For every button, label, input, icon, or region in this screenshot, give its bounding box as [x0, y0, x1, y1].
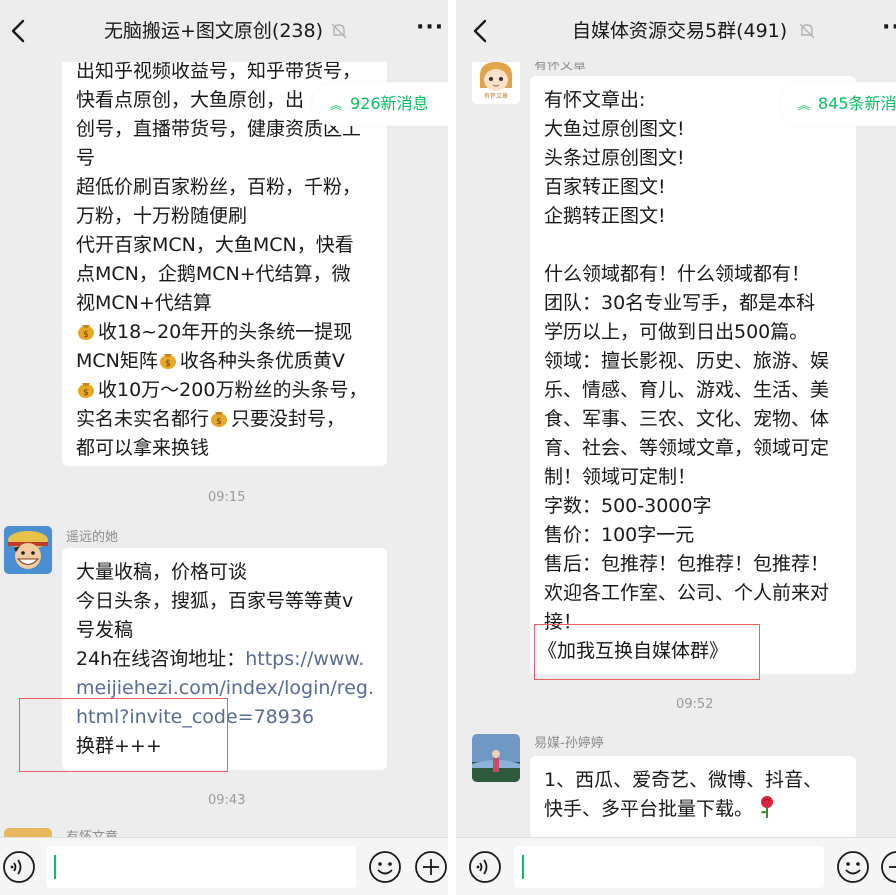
chat-pane-left: 无脑搬运+图文原创(238) ··· ︽ 926新消息 出知乎视频收益号，知乎带货… — [0, 0, 448, 895]
coin-bag-icon: $ — [211, 412, 228, 427]
message-text: 字数：500-3000字 — [544, 495, 712, 517]
avatar-caption: 有怀文章 — [484, 92, 508, 100]
message-link[interactable]: https://www. — [245, 648, 364, 670]
avatar[interactable] — [4, 526, 52, 574]
message-text: 头条过原创图文! — [544, 147, 685, 169]
message-text: 企鹅转正图文! — [544, 205, 666, 227]
message-text: 售后：包推荐！包推荐！包推荐！ — [544, 553, 830, 575]
message-text: 代开百家MCN，大鱼MCN，快看 — [76, 234, 354, 256]
message-bubble[interactable]: 1、西瓜、爱奇艺、微博、抖音、 快手、多平台批量下载。 — [530, 756, 856, 838]
plus-icon[interactable] — [880, 850, 896, 884]
plus-icon[interactable] — [414, 850, 448, 884]
message-text: 万粉，十万粉随便刷 — [76, 205, 248, 227]
double-up-icon: ︽ — [798, 98, 811, 112]
svg-text:$: $ — [165, 359, 171, 369]
message-text: 领域：擅长影视、历史、旅游、娱 — [544, 350, 830, 372]
message-line: $ 收10万～200万粉丝的头条号， — [76, 376, 373, 405]
timestamp: 09:52 — [676, 697, 714, 712]
message-text: 24h在线咨询地址： — [76, 648, 246, 670]
mute-icon — [331, 23, 347, 39]
message-input[interactable] — [514, 846, 824, 888]
highlight-box — [19, 698, 228, 772]
input-bar — [0, 837, 448, 895]
message-text: 学历以上，可做到日出500篇。 — [544, 321, 809, 343]
message-text: 收18~20年开的头条统一提现 — [98, 321, 353, 343]
message-text: 号 — [76, 147, 96, 169]
avatar[interactable]: 有怀文章 — [472, 56, 520, 104]
message-text: 实名未实名都行 — [76, 408, 210, 430]
message-text: 快手、多平台批量下载。 — [544, 798, 754, 820]
chat-pane-right: 自媒体资源交易5群(491) ·· ︽845条新消 有怀文章 有怀文章 有怀文章… — [456, 0, 896, 895]
chat-title: 无脑搬运+图文原创(238) — [104, 20, 324, 42]
message-text: 视MCN+代结算 — [76, 292, 212, 314]
chat-title: 自媒体资源交易5群(491) — [572, 20, 788, 42]
emoji-icon[interactable] — [368, 850, 402, 884]
message-text: 团队：30名专业写手，都是本科 — [544, 292, 816, 314]
highlight-box — [534, 624, 760, 680]
double-up-icon: ︽ — [330, 98, 343, 112]
message-text: 乐、情感、育儿、游戏、生活、美 — [544, 379, 830, 401]
message-line: MCN矩阵 $ 收各种头条优质黄V — [76, 347, 373, 376]
message-text: 售价：100字一元 — [544, 524, 695, 546]
more-icon[interactable]: ··· — [416, 17, 444, 44]
emoji-icon[interactable] — [836, 850, 870, 884]
message-text: 什么领域都有！什么领域都有！ — [544, 263, 811, 285]
back-icon[interactable] — [8, 18, 30, 44]
coin-bag-icon: $ — [78, 383, 94, 398]
more-icon[interactable]: ·· — [882, 17, 896, 44]
coin-bag-icon: $ — [78, 325, 94, 340]
sender-name: 易媒-孙婷婷 — [534, 736, 604, 751]
message-text: 超低价刷百家粉丝，百粉，千粉， — [76, 176, 362, 198]
timestamp: 09:43 — [208, 793, 246, 808]
message-text: 大量收稿，价格可谈 — [76, 561, 248, 583]
new-messages-button[interactable]: ︽ 926新消息 — [312, 82, 448, 126]
message-text: 都可以拿来换钱 — [76, 437, 210, 459]
input-bar — [456, 837, 896, 895]
message-text: MCN矩阵 — [76, 350, 158, 372]
message-text: 1、西瓜、爱奇艺、微博、抖音、 — [544, 769, 823, 791]
message-text: 食、军事、三农、文化、宠物、体 — [544, 408, 830, 430]
new-messages-label: 926新消息 — [350, 94, 429, 113]
message-text: 点MCN，企鹅MCN+代结算，微 — [76, 263, 351, 285]
avatar-image — [472, 734, 520, 782]
message-line: 24h在线咨询地址：https://www. — [76, 645, 373, 674]
message-text: 制！领域可定制！ — [544, 466, 697, 488]
avatar-image: 有怀文章 — [472, 56, 520, 104]
message-text: 育、社会、等领域文章，领域可定 — [544, 437, 830, 459]
message-text: 只要没封号， — [231, 408, 346, 430]
message-text — [544, 231, 842, 260]
avatar-image — [4, 526, 52, 574]
new-messages-label: 845条新消 — [818, 94, 896, 113]
timestamp: 09:15 — [208, 490, 246, 505]
top-bar: 自媒体资源交易5群(491) ·· — [456, 0, 896, 62]
rose-icon — [761, 796, 774, 818]
message-text: 今日头条，搜狐，百家号等等黄v — [76, 590, 354, 612]
avatar[interactable] — [472, 734, 520, 782]
message-text: 百家转正图文! — [544, 176, 666, 198]
message-line: 快手、多平台批量下载。 — [544, 795, 842, 824]
voice-icon[interactable] — [2, 850, 36, 884]
mute-icon — [799, 23, 815, 39]
sender-name: 遥远的她 — [66, 530, 119, 545]
message-text: 收10万～200万粉丝的头条号， — [98, 379, 368, 401]
message-text: 欢迎各工作室、公司、个人前来对 — [544, 582, 830, 604]
text-caret — [522, 855, 524, 879]
pane-divider — [448, 0, 456, 895]
new-messages-button[interactable]: ︽ 845条新消 — [780, 82, 896, 126]
message-input[interactable] — [46, 846, 356, 888]
svg-text:$: $ — [83, 388, 89, 398]
voice-icon[interactable] — [468, 850, 502, 884]
svg-text:$: $ — [83, 330, 89, 340]
message-text: 收各种头条优质黄V — [179, 350, 345, 372]
message-text: 号发稿 — [76, 619, 134, 641]
back-icon[interactable] — [470, 18, 492, 44]
text-caret — [54, 855, 56, 879]
message-line: 实名未实名都行 $ 只要没封号， — [76, 405, 373, 434]
top-bar: 无脑搬运+图文原创(238) ··· — [0, 0, 448, 62]
message-line: $ 收18~20年开的头条统一提现 — [76, 318, 373, 347]
coin-bag-icon: $ — [159, 354, 176, 369]
svg-text:$: $ — [216, 417, 222, 427]
message-bubble[interactable]: 有怀文章出: 大鱼过原创图文! 头条过原创图文! 百家转正图文! 企鹅转正图文!… — [530, 76, 856, 674]
